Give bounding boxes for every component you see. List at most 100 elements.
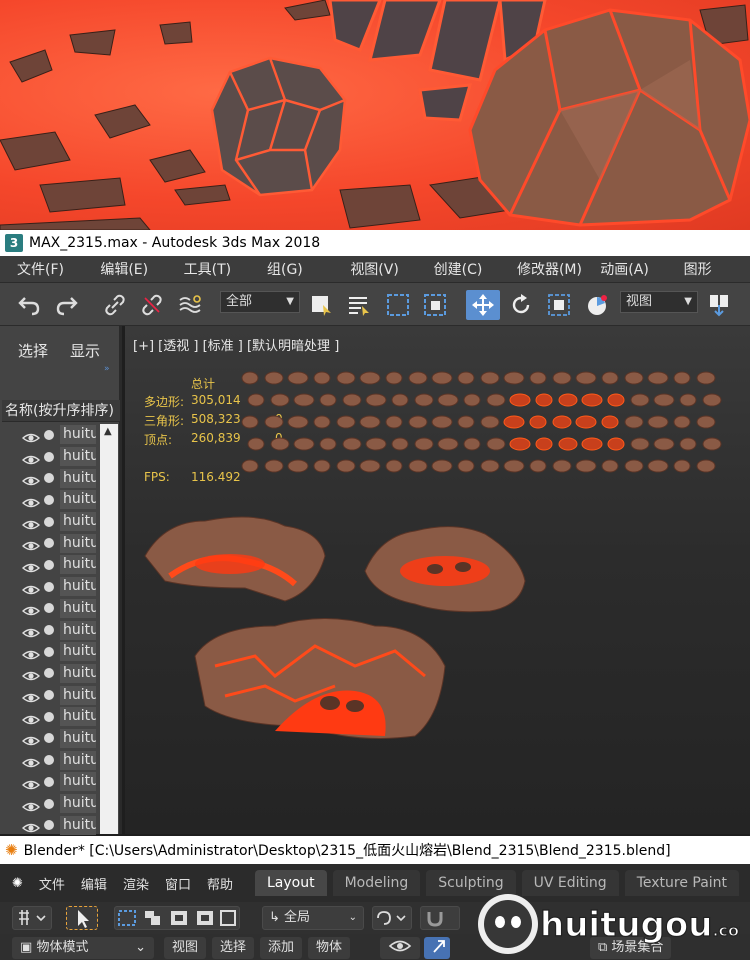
bind-space-warp-icon[interactable] — [175, 290, 205, 320]
menu-edit[interactable]: 编辑(E) — [83, 259, 166, 279]
scene-object-name[interactable]: huitu — [60, 663, 96, 683]
select-object-icon[interactable] — [306, 290, 336, 320]
menu-tools[interactable]: 工具(T) — [167, 259, 250, 279]
freeze-toggle-icon[interactable] — [44, 776, 54, 787]
scene-object-name[interactable]: huitu — [60, 685, 96, 705]
freeze-toggle-icon[interactable] — [44, 538, 54, 549]
scene-object-name[interactable]: huitu — [60, 425, 96, 445]
select-manipulate-icon[interactable] — [582, 290, 612, 320]
scene-object-name[interactable]: huitu — [60, 728, 96, 748]
scene-object-name[interactable]: huitu — [60, 533, 96, 553]
perspective-viewport[interactable]: [+] [透视 ] [标准 ] [默认明暗处理 ] 总计 多边形: 305,01… — [125, 326, 750, 834]
chevron-up-icon[interactable]: ▲ — [104, 426, 112, 437]
select-tool-icon[interactable] — [66, 906, 98, 930]
freeze-toggle-icon[interactable] — [44, 494, 54, 505]
visibility-eye-icon[interactable] — [21, 732, 41, 746]
scene-object-name[interactable]: huitu — [60, 772, 96, 792]
visibility-eye-icon[interactable] — [21, 667, 41, 681]
menu-modifiers[interactable]: 修改器(M) — [500, 259, 583, 279]
select-menu-button[interactable]: 选择 — [212, 937, 255, 959]
tab-layout[interactable]: Layout — [254, 870, 327, 896]
tab-display[interactable]: 显示 — [70, 340, 100, 378]
scene-object-name[interactable]: huitu — [60, 598, 96, 618]
freeze-toggle-icon[interactable] — [44, 451, 54, 462]
visibility-eye-icon[interactable] — [21, 819, 41, 833]
expand-panel-icon[interactable]: » — [104, 364, 110, 374]
reference-coord-dropdown[interactable]: 视图 ▼ — [620, 291, 698, 313]
freeze-toggle-icon[interactable] — [44, 646, 54, 657]
bl-menu-render[interactable]: 渲染 — [123, 874, 149, 893]
bl-menu-help[interactable]: 帮助 — [207, 874, 233, 893]
visibility-eye-icon[interactable] — [21, 559, 41, 573]
menu-file[interactable]: 文件(F) — [0, 259, 83, 279]
bl-menu-file[interactable]: 文件 — [39, 874, 65, 893]
gizmo-toggle-icon[interactable] — [424, 937, 450, 959]
scene-object-name[interactable]: huitu — [60, 555, 96, 575]
unlink-icon[interactable] — [137, 290, 167, 320]
visibility-eye-icon[interactable] — [21, 451, 41, 464]
pivot-point-icon[interactable] — [372, 906, 412, 930]
snap-magnet-icon[interactable] — [420, 906, 460, 930]
freeze-toggle-icon[interactable] — [44, 429, 54, 440]
freeze-toggle-icon[interactable] — [44, 625, 54, 636]
scene-object-name[interactable]: huitu — [60, 490, 96, 510]
visibility-eye-icon[interactable] — [21, 624, 41, 638]
freeze-toggle-icon[interactable] — [44, 798, 54, 809]
scene-object-name[interactable]: huitu — [60, 577, 96, 597]
scene-object-name[interactable]: huitu — [60, 642, 96, 662]
visibility-eye-icon[interactable] — [21, 516, 41, 529]
visibility-eye-icon[interactable] — [21, 798, 41, 811]
select-and-rotate-icon[interactable] — [506, 290, 536, 320]
menu-graph[interactable]: 图形 — [667, 259, 750, 279]
scene-object-name[interactable]: huitu — [60, 620, 96, 640]
add-menu-button[interactable]: 添加 — [260, 937, 303, 959]
visibility-eye-icon[interactable] — [380, 937, 420, 959]
undo-icon[interactable] — [14, 290, 44, 320]
visibility-eye-icon[interactable] — [21, 776, 41, 790]
visibility-eye-icon[interactable] — [21, 754, 41, 768]
view-menu-button[interactable]: 视图 — [164, 937, 207, 959]
tab-select[interactable]: 选择 — [18, 340, 48, 378]
visibility-eye-icon[interactable] — [21, 581, 41, 594]
freeze-toggle-icon[interactable] — [44, 755, 54, 766]
rect-selection-region-icon[interactable] — [383, 290, 413, 320]
pivot-center-icon[interactable] — [704, 290, 734, 320]
visibility-eye-icon[interactable] — [21, 472, 41, 486]
freeze-toggle-icon[interactable] — [44, 581, 54, 592]
name-column-header[interactable]: 名称(按升序排序) — [2, 400, 120, 422]
blender-menu-icon[interactable]: ✺ — [12, 876, 23, 891]
link-icon[interactable] — [100, 290, 130, 320]
select-and-scale-icon[interactable] — [544, 290, 574, 320]
freeze-toggle-icon[interactable] — [44, 473, 54, 484]
freeze-toggle-icon[interactable] — [44, 820, 54, 831]
window-crossing-icon[interactable] — [420, 290, 450, 320]
scene-object-name[interactable]: huitu — [60, 815, 96, 835]
freeze-toggle-icon[interactable] — [44, 733, 54, 744]
scene-object-name[interactable]: huitu — [60, 794, 96, 814]
bl-menu-edit[interactable]: 编辑 — [81, 874, 107, 893]
menu-view[interactable]: 视图(V) — [333, 259, 416, 279]
freeze-toggle-icon[interactable] — [44, 668, 54, 679]
freeze-toggle-icon[interactable] — [44, 690, 54, 701]
object-mode-dropdown[interactable]: ▣ 物体模式 ⌄ — [12, 937, 154, 959]
visibility-eye-icon[interactable] — [21, 537, 41, 551]
selection-filter-dropdown[interactable]: 全部 ▼ — [220, 291, 300, 313]
bl-menu-window[interactable]: 窗口 — [165, 874, 191, 893]
scene-object-name[interactable]: huitu — [60, 468, 96, 488]
select-and-move-icon[interactable] — [466, 290, 500, 320]
scene-object-name[interactable]: huitu — [60, 707, 96, 727]
redo-icon[interactable] — [52, 290, 82, 320]
transform-orientation-dropdown[interactable]: ↳ 全局 ⌄ — [262, 906, 364, 930]
menu-group[interactable]: 组(G) — [250, 259, 333, 279]
visibility-eye-icon[interactable] — [21, 646, 41, 659]
tab-modeling[interactable]: Modeling — [332, 870, 421, 896]
freeze-toggle-icon[interactable] — [44, 559, 54, 570]
visibility-eye-icon[interactable] — [21, 494, 41, 508]
visibility-eye-icon[interactable] — [21, 429, 41, 443]
visibility-eye-icon[interactable] — [21, 711, 41, 724]
freeze-toggle-icon[interactable] — [44, 603, 54, 614]
visibility-eye-icon[interactable] — [21, 689, 41, 703]
visibility-eye-icon[interactable] — [21, 602, 41, 616]
scene-object-name[interactable]: huitu — [60, 750, 96, 770]
scene-object-name[interactable]: huitu — [60, 512, 96, 532]
